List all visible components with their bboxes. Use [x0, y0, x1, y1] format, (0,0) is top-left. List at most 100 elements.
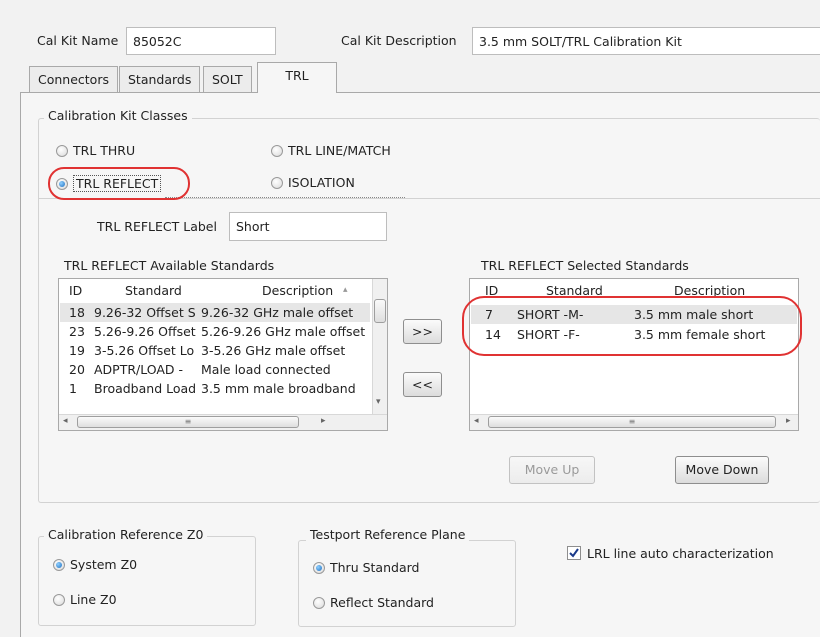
radio-indicator-selected: [313, 561, 325, 574]
remove-standard-button[interactable]: <<: [403, 372, 442, 397]
cell-standard: 5.26-9.26 Offset: [94, 324, 196, 339]
column-header-id[interactable]: ID: [69, 283, 82, 298]
cell-standard: SHORT -F-: [517, 327, 580, 342]
radio-label: System Z0: [70, 557, 138, 572]
cal-kit-description-label: Cal Kit Description: [341, 33, 457, 48]
cell-description: 9.26-32 GHz male offset: [201, 305, 354, 320]
radio-trl-thru[interactable]: TRL THRU: [56, 143, 135, 158]
column-header-description[interactable]: Description: [674, 283, 745, 298]
add-standard-button[interactable]: >>: [403, 319, 442, 344]
table-row[interactable]: 1 Broadband Load 3.5 mm male broadband: [60, 379, 370, 398]
table-row[interactable]: 20 ADPTR/LOAD - Male load connected: [60, 360, 370, 379]
table-row[interactable]: 7 SHORT -M- 3.5 mm male short: [471, 305, 797, 324]
available-standards-title: TRL REFLECT Available Standards: [64, 258, 275, 273]
scroll-left-icon[interactable]: ◂: [474, 416, 479, 426]
vertical-scrollbar[interactable]: ▾: [372, 279, 387, 414]
cell-description: 5.26-9.26 GHz male offset: [201, 324, 366, 339]
table-row[interactable]: 18 9.26-32 Offset S 9.26-32 GHz male off…: [60, 303, 370, 322]
cal-kit-editor: Cal Kit Name 85052C Cal Kit Description …: [0, 0, 820, 637]
column-header-description[interactable]: Description: [262, 283, 333, 298]
horizontal-scrollbar[interactable]: ◂ ≡ ▸: [470, 414, 798, 430]
cell-id: 20: [69, 362, 85, 377]
column-header-standard[interactable]: Standard: [546, 283, 603, 298]
selected-standards-title: TRL REFLECT Selected Standards: [481, 258, 689, 273]
scroll-right-icon[interactable]: ▸: [321, 416, 326, 426]
cell-description: Male load connected: [201, 362, 331, 377]
radio-indicator: [271, 176, 283, 189]
radio-trl-reflect[interactable]: TRL REFLECT: [56, 175, 162, 192]
cell-id: 1: [69, 381, 77, 396]
thumb-grip-icon: ≡: [628, 417, 636, 426]
cell-description: 3.5 mm female short: [634, 327, 766, 342]
radio-label: TRL THRU: [73, 143, 136, 158]
cell-id: 19: [69, 343, 85, 358]
trl-reflect-label-caption: TRL REFLECT Label: [97, 219, 217, 234]
calibration-reference-z0-label: Calibration Reference Z0: [44, 527, 208, 542]
scroll-thumb[interactable]: ≡: [77, 416, 299, 428]
table-row[interactable]: 14 SHORT -F- 3.5 mm female short: [471, 325, 797, 344]
radio-indicator-selected: [53, 558, 65, 571]
radio-system-z0[interactable]: System Z0: [53, 557, 137, 572]
selected-standards-list[interactable]: ID Standard Description 7 SHORT -M- 3.5 …: [469, 278, 799, 431]
thumb-grip-icon: ≡: [184, 417, 192, 426]
horizontal-scrollbar[interactable]: ◂ ≡ ▸: [59, 414, 387, 430]
calibration-kit-classes-label: Calibration Kit Classes: [44, 108, 192, 123]
radio-indicator: [56, 144, 68, 157]
radio-label: Line Z0: [70, 592, 117, 607]
table-row[interactable]: 19 3-5.26 Offset Lo 3-5.26 GHz male offs…: [60, 341, 370, 360]
cell-description: 3.5 mm male broadband: [201, 381, 356, 396]
radio-indicator-selected: [56, 177, 68, 190]
radio-isolation[interactable]: ISOLATION: [271, 175, 355, 190]
column-header-id[interactable]: ID: [485, 283, 498, 298]
scroll-thumb[interactable]: ≡: [488, 416, 776, 428]
cal-kit-name-label: Cal Kit Name: [37, 33, 119, 48]
lrl-auto-characterization-checkbox[interactable]: [567, 546, 581, 560]
cell-standard: 3-5.26 Offset Lo: [94, 343, 195, 358]
radio-label: TRL LINE/MATCH: [288, 143, 391, 158]
cell-description: 3-5.26 GHz male offset: [201, 343, 346, 358]
cal-kit-description-input[interactable]: 3.5 mm SOLT/TRL Calibration Kit: [472, 27, 820, 55]
radio-label: Thru Standard: [330, 560, 420, 575]
scroll-down-icon[interactable]: ▾: [376, 397, 381, 407]
scroll-thumb[interactable]: [374, 299, 386, 323]
column-header-standard[interactable]: Standard: [125, 283, 182, 298]
scroll-right-icon[interactable]: ▸: [786, 416, 791, 426]
radio-line-z0[interactable]: Line Z0: [53, 592, 117, 607]
radio-label: Reflect Standard: [330, 595, 434, 610]
testport-reference-plane-group: [298, 540, 516, 627]
sort-arrow-icon: ▴: [343, 285, 348, 295]
cell-standard: SHORT -M-: [517, 307, 584, 322]
cell-id: 23: [69, 324, 85, 339]
cell-standard: ADPTR/LOAD -: [94, 362, 184, 377]
radio-indicator: [313, 596, 325, 609]
tab-trl[interactable]: TRL: [257, 62, 337, 93]
calibration-reference-z0-group: [38, 536, 256, 626]
cell-id: 7: [485, 307, 493, 322]
cell-id: 14: [485, 327, 501, 342]
radio-indicator: [53, 593, 65, 606]
cell-description: 3.5 mm male short: [634, 307, 754, 322]
trl-reflect-label-input[interactable]: Short: [229, 212, 387, 241]
radio-label: ISOLATION: [288, 175, 355, 190]
cell-standard: 9.26-32 Offset S: [94, 305, 196, 320]
cell-standard: Broadband Load: [94, 381, 197, 396]
testport-reference-plane-label: Testport Reference Plane: [306, 527, 470, 542]
tab-standards[interactable]: Standards: [119, 66, 201, 92]
radio-reflect-standard[interactable]: Reflect Standard: [313, 595, 434, 610]
tab-connectors[interactable]: Connectors: [29, 66, 118, 92]
available-standards-list[interactable]: ID Standard Description ▴ 18 9.26-32 Off…: [58, 278, 388, 431]
move-down-button[interactable]: Move Down: [675, 456, 769, 484]
classes-separator: [38, 198, 820, 199]
table-row[interactable]: 23 5.26-9.26 Offset 5.26-9.26 GHz male o…: [60, 322, 370, 341]
checkmark-icon: [569, 548, 579, 558]
move-up-button[interactable]: Move Up: [509, 456, 595, 484]
radio-thru-standard[interactable]: Thru Standard: [313, 560, 419, 575]
radio-trl-line-match[interactable]: TRL LINE/MATCH: [271, 143, 391, 158]
radio-label: TRL REFLECT: [73, 175, 162, 192]
lrl-auto-characterization-label: LRL line auto characterization: [587, 546, 774, 561]
cal-kit-name-input[interactable]: 85052C: [126, 27, 276, 55]
cell-id: 18: [69, 305, 85, 320]
tab-solt[interactable]: SOLT: [203, 66, 252, 92]
radio-indicator: [271, 144, 283, 157]
scroll-left-icon[interactable]: ◂: [63, 416, 68, 426]
